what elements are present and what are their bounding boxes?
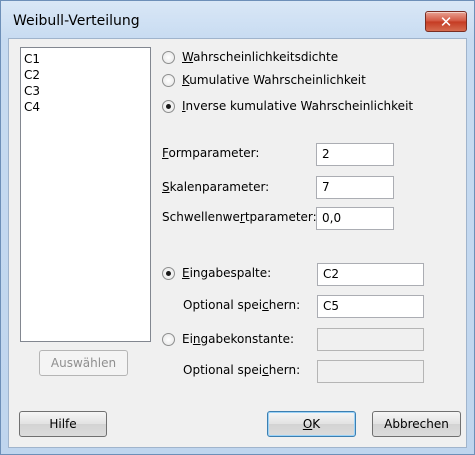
radio-indicator[interactable]	[162, 332, 175, 346]
shape-parameter-label: Formparameter:	[162, 146, 260, 160]
list-item[interactable]: C1	[24, 51, 147, 67]
radio-input-constant[interactable]: Eingabekonstante:	[162, 332, 294, 346]
ok-button[interactable]: OK	[267, 411, 356, 437]
threshold-parameter-label: Schwellenwertparameter:	[162, 210, 317, 224]
radio-input-column[interactable]: Eingabespalte:	[162, 266, 271, 280]
scale-parameter-field[interactable]: 7	[316, 176, 394, 199]
radio-label: Inverse kumulative Wahrscheinlichkeit	[182, 99, 414, 113]
radio-cumulative-probability[interactable]: Kumulative Wahrscheinlichkeit	[162, 73, 366, 87]
radio-label: Wahrscheinlichkeitsdichte	[182, 50, 339, 64]
radio-inverse-cumulative-probability[interactable]: Inverse kumulative Wahrscheinlichkeit	[162, 99, 413, 113]
radio-indicator[interactable]	[162, 266, 175, 280]
input-column-store-field[interactable]: C5	[317, 295, 424, 318]
shape-parameter-field[interactable]: 2	[316, 143, 394, 166]
input-constant-store-label: Optional speichern:	[183, 363, 301, 377]
title-bar[interactable]: Weibull-Verteilung ✕	[1, 1, 474, 39]
threshold-parameter-field[interactable]: 0,0	[316, 207, 394, 230]
radio-indicator[interactable]	[162, 73, 175, 87]
cancel-button[interactable]: Abbrechen	[372, 411, 461, 437]
dialog-window: Weibull-Verteilung ✕ C1 C2 C3 C4 Auswähl…	[0, 0, 475, 455]
radio-label: Eingabekonstante:	[182, 332, 295, 346]
list-item[interactable]: C4	[24, 99, 147, 115]
input-column-store-label: Optional speichern:	[183, 298, 301, 312]
input-constant-store-field[interactable]	[317, 360, 424, 383]
input-column-field[interactable]: C2	[317, 263, 424, 286]
radio-label: Kumulative Wahrscheinlichkeit	[182, 73, 366, 87]
select-button[interactable]: Auswählen	[39, 350, 128, 376]
radio-label: Eingabespalte:	[182, 266, 272, 280]
close-button[interactable]: ✕	[425, 11, 467, 32]
radio-probability-density[interactable]: Wahrscheinlichkeitsdichte	[162, 50, 338, 64]
radio-indicator[interactable]	[162, 50, 175, 64]
list-item[interactable]: C2	[24, 67, 147, 83]
radio-indicator[interactable]	[162, 99, 175, 113]
list-item[interactable]: C3	[24, 83, 147, 99]
help-button[interactable]: Hilfe	[19, 411, 107, 437]
scale-parameter-label: Skalenparameter:	[162, 180, 270, 194]
window-title: Weibull-Verteilung	[13, 13, 140, 29]
input-constant-field[interactable]	[317, 328, 424, 351]
variable-listbox[interactable]: C1 C2 C3 C4	[20, 47, 151, 342]
dialog-client-area: C1 C2 C3 C4 Auswählen Wahrscheinlichkeit…	[8, 38, 467, 448]
